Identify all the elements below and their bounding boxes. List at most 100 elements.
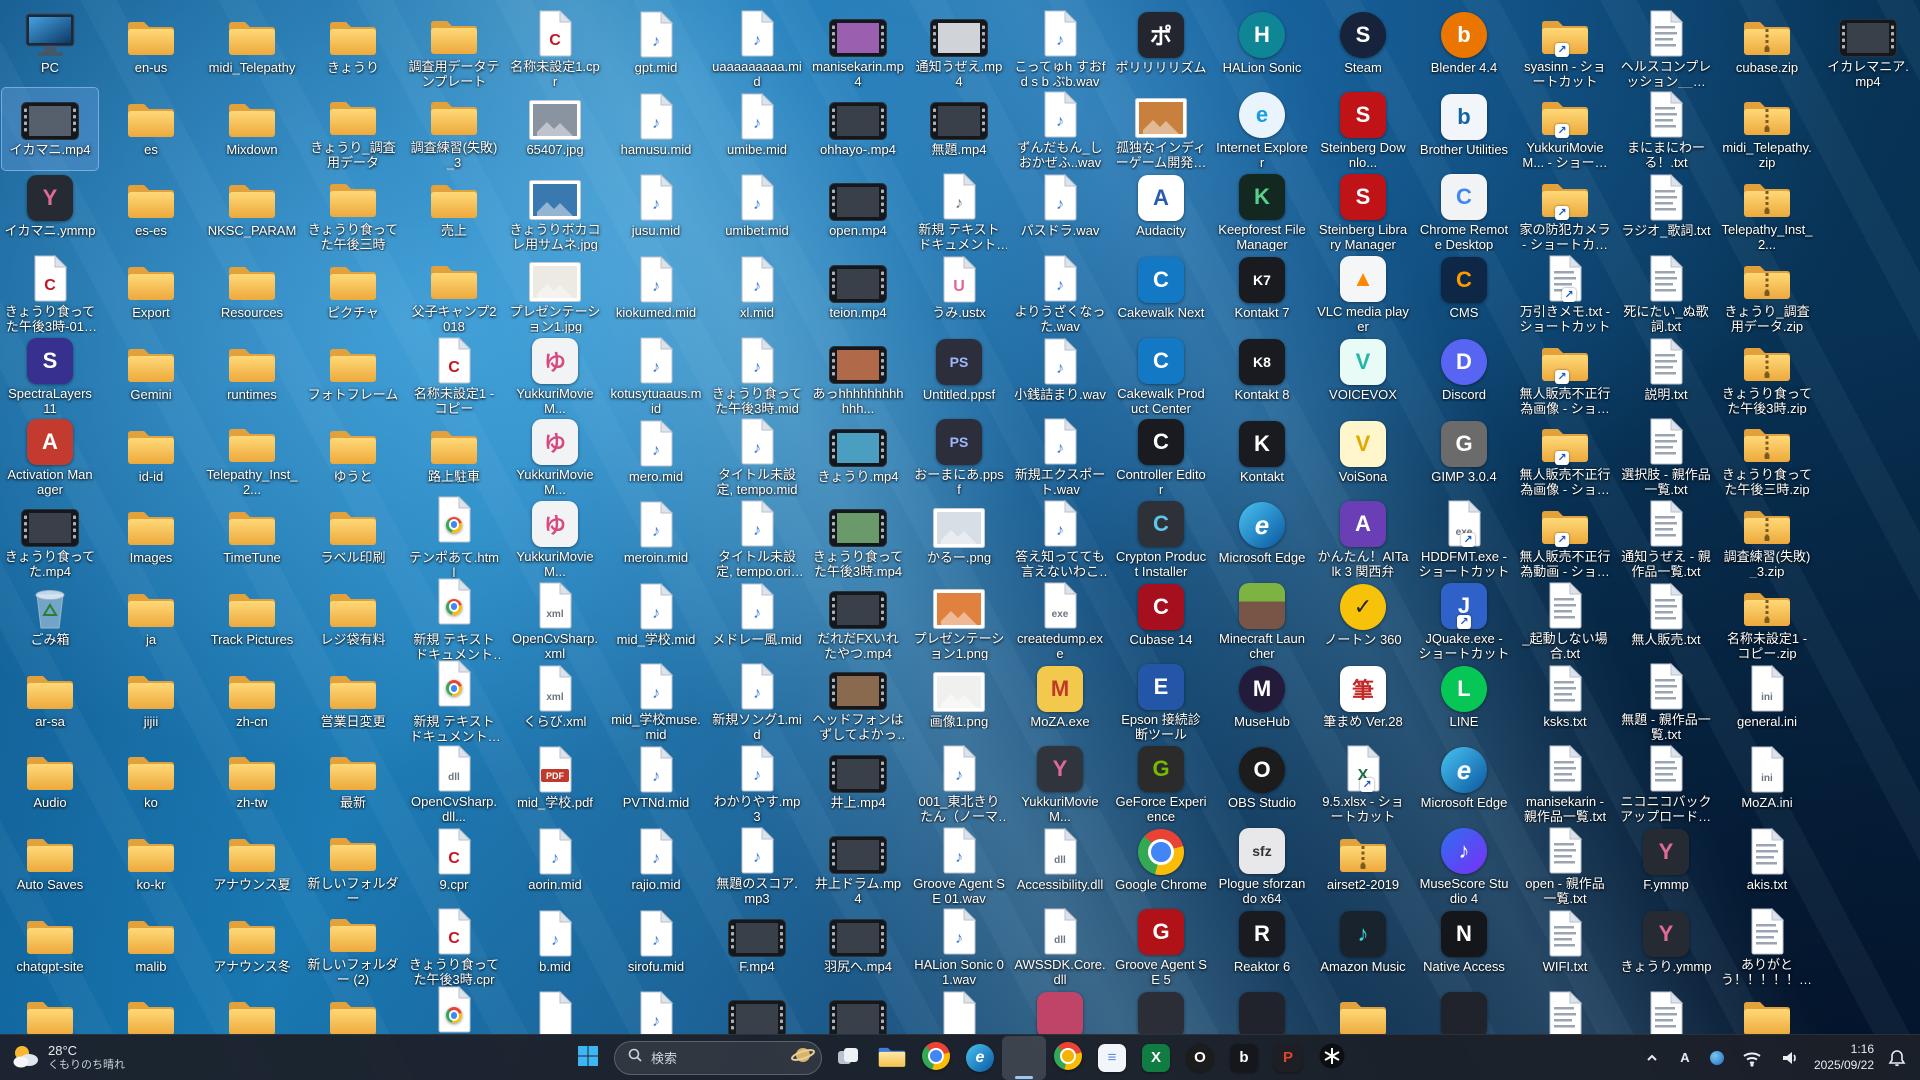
desktop-icon[interactable]: プレゼンテーション1.png <box>911 578 1007 660</box>
desktop-icon[interactable]: テンポあて.html <box>406 496 502 578</box>
desktop-icon[interactable]: eMicrosoft Edge <box>1214 496 1310 578</box>
desktop-icon[interactable]: ♪MuseScore Studio 4 <box>1416 823 1512 905</box>
desktop-icon[interactable]: inigeneral.ini <box>1719 660 1815 742</box>
desktop-icon[interactable]: ♪タイトル未設定, tempo.orig1.mid <box>709 496 805 578</box>
desktop-icon[interactable]: VVoiSona <box>1315 415 1411 497</box>
desktop-icon[interactable]: Resources <box>204 251 300 333</box>
desktop-icon[interactable]: ヘルスコンプレッション__歌詞.txt <box>1618 6 1714 88</box>
desktop-icon[interactable]: 羽尻へ.mp4 <box>810 905 906 987</box>
desktop-icon[interactable]: akis.txt <box>1719 823 1815 905</box>
weather-widget[interactable]: 28°C くもりのち晴れ <box>10 1041 125 1074</box>
desktop-icon[interactable]: LLINE <box>1416 660 1512 742</box>
desktop-icon[interactable] <box>1618 986 1714 1034</box>
desktop-icon[interactable]: Images <box>103 496 199 578</box>
desktop-icon[interactable]: DDiscord <box>1416 333 1512 415</box>
desktop-icon[interactable]: Minecraft Launcher <box>1214 578 1310 660</box>
desktop-icon[interactable]: manisekarin.mp4 <box>810 6 906 88</box>
desktop-icon[interactable]: _起動しない場合.txt <box>1517 578 1613 660</box>
desktop-icon[interactable]: Gemini <box>103 333 199 415</box>
desktop-icon[interactable]: きょうり食ってた午後三時.zip <box>1719 415 1815 497</box>
desktop-icon[interactable]: ♪タイトル未設定, tempo.mid <box>709 415 805 497</box>
desktop-icon[interactable]: ♪無題のスコア.mp3 <box>709 823 805 905</box>
desktop-icon[interactable]: きょうりボカコレ用サムネ.jpg <box>507 169 603 251</box>
desktop-icon[interactable]: exe↗HDDFMT.exe - ショートカット <box>1416 496 1512 578</box>
desktop-icon[interactable] <box>204 986 300 1034</box>
desktop-icon[interactable]: KKeepforest File Manager <box>1214 169 1310 251</box>
desktop-icon[interactable] <box>305 986 401 1034</box>
desktop-icon[interactable] <box>1012 986 1108 1034</box>
desktop-icon[interactable]: K8Kontakt 8 <box>1214 333 1310 415</box>
desktop-icon[interactable]: VVOICEVOX <box>1315 333 1411 415</box>
desktop-icon[interactable]: CCMS <box>1416 251 1512 333</box>
desktop-icon[interactable]: ↗万引きメモ.txt - ショートカット <box>1517 251 1613 333</box>
desktop-icon[interactable] <box>709 986 805 1034</box>
wifi-icon[interactable] <box>1738 1044 1766 1072</box>
desktop-icon[interactable]: en-us <box>103 6 199 88</box>
desktop-icon[interactable]: まにまにわーる！.txt <box>1618 88 1714 170</box>
desktop-icon[interactable]: きょうり_調査用データ.zip <box>1719 251 1815 333</box>
desktop-icon[interactable]: ♪パスドラ.wav <box>1012 169 1108 251</box>
desktop-icon[interactable]: ♪hamusu.mid <box>608 88 704 170</box>
desktop-icon[interactable]: 調査練習(失敗)_3.zip <box>1719 496 1815 578</box>
desktop-icon[interactable]: ♪ <box>608 986 704 1034</box>
desktop-icon[interactable]: malib <box>103 905 199 987</box>
desktop-icon[interactable]: Cきょうり食ってた午後3時.cpr <box>406 905 502 987</box>
desktop-icon[interactable] <box>507 986 603 1034</box>
desktop-icon[interactable]: KKontakt <box>1214 415 1310 497</box>
desktop-icon[interactable]: ありがとう！！！！！！.txt <box>1719 905 1815 987</box>
taskbar-chrome-secondary[interactable] <box>1046 1036 1090 1080</box>
desktop-icon[interactable]: ♪kiokumed.mid <box>608 251 704 333</box>
taskbar-google-chrome[interactable] <box>914 1036 958 1080</box>
desktop-icon[interactable] <box>2 986 98 1034</box>
desktop-icon[interactable]: ↗無人販売不正行為画像 - ショートカット <box>1517 415 1613 497</box>
desktop-icon[interactable]: zh-tw <box>204 741 300 823</box>
desktop-icon[interactable]: Yイカマニ.ymmp <box>2 169 98 251</box>
taskbar-clock[interactable]: 1:16 2025/09/22 <box>1814 1042 1874 1073</box>
desktop-icon[interactable]: ゆYukkuriMovieM... <box>507 415 603 497</box>
desktop-icon[interactable]: YYukkuriMovieM... <box>1012 741 1108 823</box>
desktop-icon[interactable]: dllAccessibility.dll <box>1012 823 1108 905</box>
desktop-icon[interactable]: ♪答え知ってても言えないわこれ.wav <box>1012 496 1108 578</box>
desktop-icon[interactable]: id-id <box>103 415 199 497</box>
desktop-icon[interactable]: きょうり <box>305 6 401 88</box>
desktop-icon[interactable]: PSおーまにあ.ppsf <box>911 415 1007 497</box>
desktop-icon[interactable]: ♪新規 テキスト ドキュメント.musicxml <box>911 169 1007 251</box>
desktop-icon[interactable]: ♪rajio.mid <box>608 823 704 905</box>
desktop-icon[interactable]: C名称未設定1.cpr <box>507 6 603 88</box>
desktop-icon[interactable]: SSpectraLayers 11 <box>2 333 98 415</box>
taskbar-file-explorer[interactable] <box>870 1036 914 1080</box>
desktop-icon[interactable]: PDFmid_学校.pdf <box>507 741 603 823</box>
desktop-icon[interactable]: zh-cn <box>204 660 300 742</box>
desktop-icon[interactable]: WIFI.txt <box>1517 905 1613 987</box>
desktop-icon[interactable]: airset2-2019 <box>1315 823 1411 905</box>
taskbar-notepad[interactable]: ≡ <box>1090 1036 1134 1080</box>
taskbar-clipchamp[interactable] <box>1002 1036 1046 1080</box>
desktop-icon[interactable]: C名称未設定1 - コピー <box>406 333 502 415</box>
desktop-icon[interactable]: 無題.mp4 <box>911 88 1007 170</box>
desktop-icon[interactable]: GGIMP 3.0.4 <box>1416 415 1512 497</box>
desktop-icon[interactable]: 井上.mp4 <box>810 741 906 823</box>
desktop-icon[interactable]: ↗無人販売不正行為動画 - ショートカット <box>1517 496 1613 578</box>
desktop-icon[interactable]: あっhhhhhhhhhhhh... <box>810 333 906 415</box>
desktop-icon[interactable]: es-es <box>103 169 199 251</box>
desktop-icon[interactable]: execreatedump.exe <box>1012 578 1108 660</box>
desktop-icon[interactable]: ポポリリリリズム <box>1113 6 1209 88</box>
desktop-icon[interactable]: アナウンス冬 <box>204 905 300 987</box>
desktop-icon[interactable]: 調査練習(失敗)_3 <box>406 88 502 170</box>
desktop-icon[interactable]: GGeForce Experience <box>1113 741 1209 823</box>
desktop-icon[interactable]: Track Pictures <box>204 578 300 660</box>
desktop-icon[interactable]: 65407.jpg <box>507 88 603 170</box>
desktop-icon[interactable]: Telepathy_Inst_2... <box>1719 169 1815 251</box>
desktop-icon[interactable]: 売上 <box>406 169 502 251</box>
desktop-icon[interactable]: アナウンス夏 <box>204 823 300 905</box>
taskbar-microsoft-edge[interactable]: e <box>958 1036 1002 1080</box>
taskbar-task-view[interactable] <box>826 1036 870 1080</box>
desktop-icon[interactable]: cubase.zip <box>1719 6 1815 88</box>
desktop-icon[interactable]: Cきょうり食ってた午後3時-01.cpr <box>2 251 98 333</box>
desktop-icon[interactable]: ♪HALion Sonic 01.wav <box>911 905 1007 987</box>
desktop-icon[interactable]: CCrypton Product Installer <box>1113 496 1209 578</box>
desktop-icon[interactable]: J↗JQuake.exe - ショートカット <box>1416 578 1512 660</box>
desktop-icon[interactable]: ♪ずんだもん_しおかぜふ..wav <box>1012 88 1108 170</box>
desktop-icon[interactable]: ♪わかりやす.mp3 <box>709 741 805 823</box>
taskbar-excel[interactable]: X <box>1134 1036 1178 1080</box>
